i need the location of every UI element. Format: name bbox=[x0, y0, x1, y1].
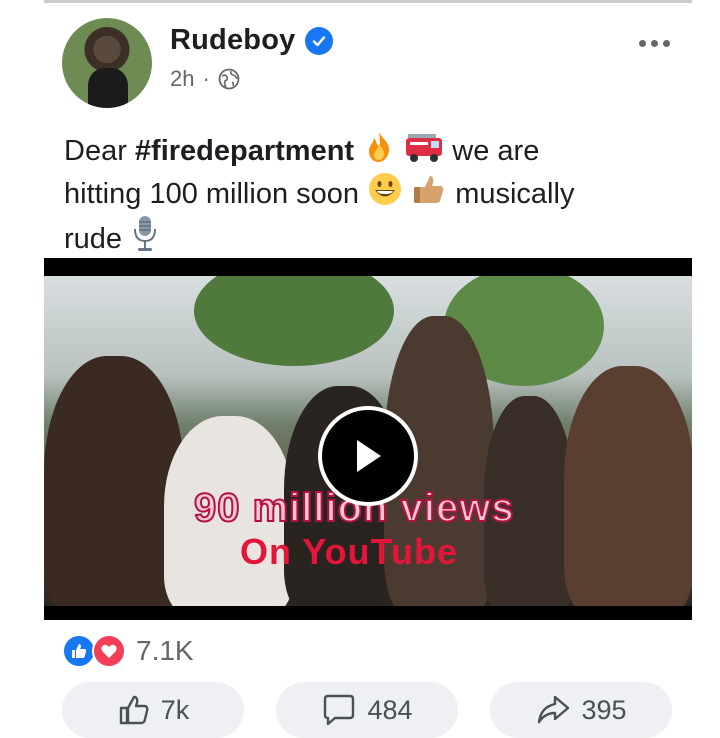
post-meta: 2h · bbox=[170, 66, 240, 92]
video-player[interactable]: 90 million views On YouTube bbox=[44, 258, 692, 620]
globe-icon bbox=[218, 68, 240, 90]
comment-button[interactable]: 484 bbox=[276, 682, 458, 738]
like-button[interactable]: 7k bbox=[62, 682, 244, 738]
top-divider bbox=[44, 0, 692, 3]
like-count: 7k bbox=[160, 694, 190, 725]
comment-icon bbox=[324, 694, 355, 726]
text-fragment: rude bbox=[64, 223, 123, 255]
fire-emoji-icon bbox=[369, 132, 390, 162]
post-header: Rudeboy 2h · bbox=[62, 18, 692, 110]
author-name[interactable]: Rudeboy bbox=[170, 24, 295, 57]
more-options-icon[interactable] bbox=[639, 40, 670, 47]
share-button[interactable]: 395 bbox=[490, 682, 672, 738]
author-row: Rudeboy bbox=[170, 24, 334, 57]
hashtag-link[interactable]: #firedepartment bbox=[135, 135, 354, 167]
video-thumbnail: 90 million views On YouTube bbox=[44, 276, 692, 606]
like-reaction-icon bbox=[62, 634, 96, 668]
microphone-emoji-icon bbox=[134, 216, 157, 251]
fire-engine-emoji-icon bbox=[406, 134, 443, 162]
share-icon bbox=[538, 695, 570, 724]
comment-count: 484 bbox=[367, 694, 413, 725]
reactions-summary[interactable]: 7.1K bbox=[62, 634, 194, 668]
verified-badge-icon bbox=[305, 26, 334, 55]
post-text-line-3: rude bbox=[64, 214, 674, 259]
love-reaction-icon bbox=[92, 634, 126, 668]
text-fragment: musically bbox=[455, 178, 575, 210]
reaction-count: 7.1K bbox=[136, 635, 194, 666]
share-count: 395 bbox=[581, 694, 627, 725]
play-button[interactable] bbox=[318, 406, 418, 506]
post-text: Dear #firedepartment we are hitting 100 … bbox=[64, 130, 674, 259]
text-fragment: hitting 100 million soon bbox=[64, 178, 360, 210]
reaction-icons bbox=[62, 634, 128, 668]
post-time[interactable]: 2h bbox=[170, 66, 194, 92]
post-text-line-1: Dear #firedepartment we are bbox=[64, 130, 674, 171]
post-text-line-2: hitting 100 million soon musically bbox=[64, 171, 674, 214]
video-overlay-platform: On YouTube bbox=[240, 531, 458, 572]
play-icon bbox=[357, 440, 381, 472]
avatar[interactable] bbox=[62, 18, 152, 108]
text-fragment: we are bbox=[452, 135, 540, 167]
meta-separator: · bbox=[202, 66, 210, 91]
text-fragment: Dear bbox=[64, 135, 135, 167]
grinning-face-emoji-icon bbox=[369, 173, 402, 205]
thumbs-up-icon bbox=[119, 695, 149, 725]
thumbs-up-emoji-icon bbox=[414, 176, 444, 203]
